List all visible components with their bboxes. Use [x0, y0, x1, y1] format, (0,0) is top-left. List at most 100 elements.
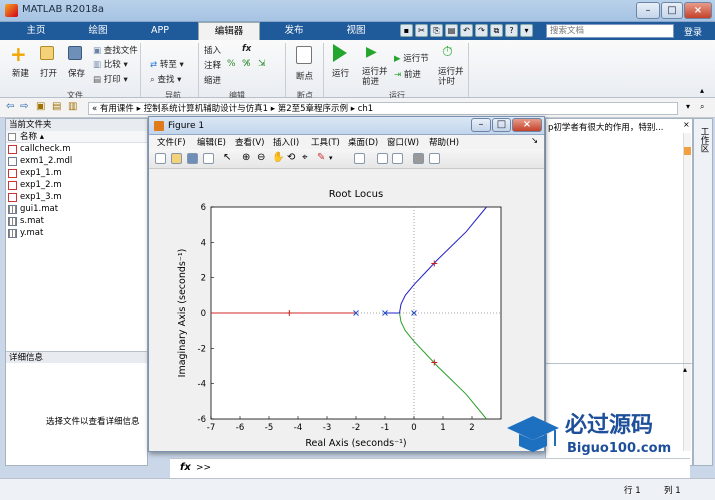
tab-view[interactable]: 视图: [328, 22, 384, 40]
link-plot-icon[interactable]: [354, 153, 365, 164]
switch-window-icon[interactable]: ⧉: [490, 24, 503, 37]
search-folder-icon[interactable]: ⌕: [700, 102, 704, 112]
tab-editor[interactable]: 编辑器: [198, 22, 260, 40]
comment-button[interactable]: 注释: [204, 59, 221, 71]
run-section-button[interactable]: ▶ 运行节: [394, 52, 429, 64]
figure-close-button[interactable]: ×: [512, 118, 542, 132]
figure-minimize-button[interactable]: –: [471, 118, 491, 132]
tab-publish[interactable]: 发布: [266, 22, 322, 40]
file-row[interactable]: gui1.mat: [6, 203, 147, 215]
tab-apps[interactable]: APP: [132, 22, 188, 40]
fx-button[interactable]: fx: [242, 44, 251, 54]
figure-maximize-button[interactable]: □: [492, 118, 511, 132]
name-column-header[interactable]: 名称 ▴: [6, 131, 147, 143]
rotate-3d-icon[interactable]: ⟲: [287, 152, 295, 163]
save-disk-icon[interactable]: [68, 46, 82, 60]
open-folder-icon[interactable]: [40, 46, 54, 60]
open-button[interactable]: 打开: [40, 67, 57, 79]
copy-quick-icon[interactable]: ⎘: [430, 24, 443, 37]
menu-dock-icon[interactable]: ↘: [531, 136, 538, 146]
run-icon[interactable]: [333, 44, 347, 62]
login-link[interactable]: 登录: [684, 25, 702, 38]
scroll-up-icon[interactable]: ▴: [683, 365, 687, 374]
insert-button[interactable]: 插入: [204, 44, 221, 56]
run-time-button[interactable]: 运行并 计时: [438, 67, 464, 87]
menu-window[interactable]: 窗口(W): [387, 136, 419, 148]
file-row[interactable]: exp1_2.m: [6, 179, 147, 191]
open-file-icon[interactable]: [171, 153, 182, 164]
save-button[interactable]: 保存: [68, 67, 85, 79]
collapse-ribbon-icon[interactable]: ▴: [700, 86, 704, 95]
menu-desktop[interactable]: 桌面(D): [348, 136, 378, 148]
new-button[interactable]: 新建: [12, 67, 29, 79]
menu-view[interactable]: 查看(V): [235, 136, 264, 148]
back-icon[interactable]: ⇦: [6, 101, 14, 112]
paste-quick-icon[interactable]: ▤: [445, 24, 458, 37]
file-row[interactable]: callcheck.m: [6, 143, 147, 155]
zoom-out-icon[interactable]: ⊖: [257, 152, 265, 163]
breakpoints-button[interactable]: 断点: [296, 70, 313, 82]
cut-quick-icon[interactable]: ✂: [415, 24, 428, 37]
breadcrumb[interactable]: « 有用课件 ▸ 控制系统计算机辅助设计与仿真1 ▸ 第2至5章程序示例 ▸ c…: [92, 102, 373, 114]
menu-file[interactable]: 文件(F): [157, 136, 186, 148]
hide-plot-tools-icon[interactable]: [413, 153, 424, 164]
print-figure-icon[interactable]: [203, 153, 214, 164]
file-row[interactable]: s.mat: [6, 215, 147, 227]
menu-edit[interactable]: 编辑(E): [197, 136, 226, 148]
tab-plots[interactable]: 绘图: [70, 22, 126, 40]
figure-canvas[interactable]: -7 -6 -5 -4 -3 -2 -1 0 1 2 -6 -4 -2 0 2 4 6 Root Locus Rea…: [153, 173, 539, 449]
wrap-icon[interactable]: ⇲: [258, 59, 266, 69]
run-time-icon[interactable]: ⏱: [442, 44, 453, 60]
root-locus-plot[interactable]: -7 -6 -5 -4 -3 -2 -1 0 1 2-6-4-20246Root LocusRea…: [153, 173, 539, 449]
file-row[interactable]: exm1_2.mdl: [6, 155, 147, 167]
indent-button[interactable]: 缩进: [204, 74, 221, 86]
pointer-icon[interactable]: ↖: [223, 152, 231, 163]
up-folder-icon[interactable]: ▣: [36, 101, 45, 112]
new-plus-icon[interactable]: +: [10, 44, 30, 64]
maximize-button[interactable]: □: [661, 2, 683, 19]
save-figure-icon[interactable]: [187, 153, 198, 164]
close-editor-icon[interactable]: ×: [683, 120, 690, 129]
menu-help[interactable]: 帮助(H): [429, 136, 459, 148]
print-button[interactable]: ▤ 打印 ▾: [93, 73, 128, 85]
menu-tools[interactable]: 工具(T): [311, 136, 340, 148]
zoom-in-icon[interactable]: ⊕: [242, 152, 250, 163]
file-row[interactable]: exp1_3.m: [6, 191, 147, 203]
pan-hand-icon[interactable]: ✋: [272, 152, 284, 163]
data-cursor-icon[interactable]: ⌖: [302, 152, 308, 163]
search-icon[interactable]: ⌕: [662, 26, 667, 36]
percent-icon[interactable]: %: [227, 59, 236, 69]
breakpoints-icon[interactable]: [296, 46, 312, 64]
goto-button[interactable]: ⇄ 转至 ▾: [150, 58, 184, 70]
file-row[interactable]: exp1_1.m: [6, 167, 147, 179]
file-row[interactable]: y.mat: [6, 227, 147, 239]
save-quick-icon[interactable]: ▪: [400, 24, 413, 37]
close-button[interactable]: ×: [684, 2, 712, 19]
compare-button[interactable]: ▥ 比较 ▾: [93, 58, 128, 70]
brush-dropdown-icon[interactable]: ▾: [329, 154, 333, 162]
advance-button[interactable]: ⇥ 前进: [394, 68, 421, 80]
figure-window[interactable]: Figure 1 – □ × 文件(F) 编辑(E) 查看(V) 插入(I) 工…: [148, 116, 545, 452]
brush-icon[interactable]: ✎: [317, 152, 325, 163]
undo-quick-icon[interactable]: ↶: [460, 24, 473, 37]
menu-insert[interactable]: 插入(I): [273, 136, 299, 148]
legend-icon[interactable]: [392, 153, 403, 164]
browse-folder-icon[interactable]: ▤: [52, 101, 61, 112]
new-figure-icon[interactable]: [155, 153, 166, 164]
run-button[interactable]: 运行: [332, 67, 349, 79]
search-input[interactable]: 搜索文档: [546, 24, 674, 38]
show-plot-tools-icon[interactable]: [429, 153, 440, 164]
colorbar-icon[interactable]: [377, 153, 388, 164]
address-dropdown-icon[interactable]: ▾: [686, 102, 690, 111]
find-files-button[interactable]: ▣ 查找文件: [93, 44, 138, 56]
forward-icon[interactable]: ⇨: [20, 101, 28, 112]
redo-quick-icon[interactable]: ↷: [475, 24, 488, 37]
dropdown-quick-icon[interactable]: ▾: [520, 24, 533, 37]
find-button[interactable]: ⌕ 查找 ▾: [150, 73, 181, 85]
fx-icon[interactable]: fx: [180, 462, 191, 473]
run-advance-icon[interactable]: ▶: [366, 44, 377, 60]
minimize-button[interactable]: –: [636, 2, 660, 19]
uncomment-icon[interactable]: %̸: [242, 59, 251, 69]
tab-home[interactable]: 主页: [8, 22, 64, 40]
run-advance-button[interactable]: 运行并 前进: [362, 67, 388, 87]
